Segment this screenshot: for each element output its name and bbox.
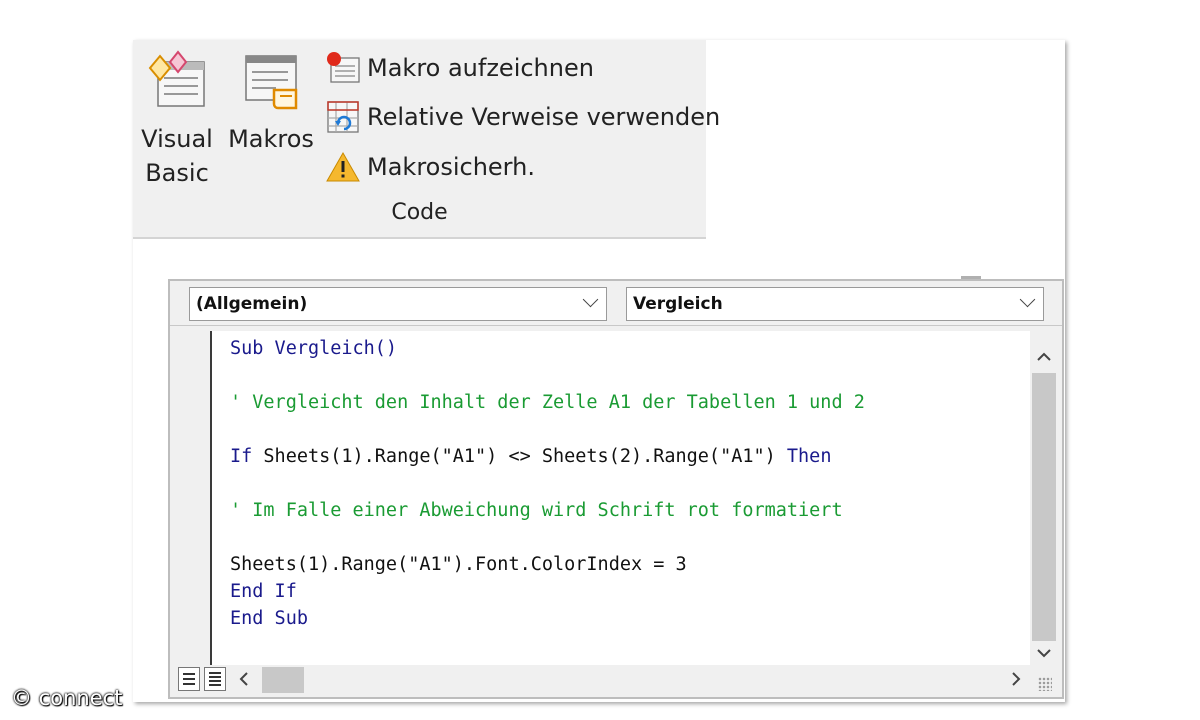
- macros-button[interactable]: Makros: [225, 50, 317, 156]
- scroll-up-icon[interactable]: [1034, 347, 1054, 367]
- macro-security-button[interactable]: Makrosicherh.: [325, 146, 535, 188]
- resize-grip-icon[interactable]: [1038, 677, 1052, 691]
- code-line: If Sheets(1).Range("A1") <> Sheets(2).Ra…: [230, 446, 831, 467]
- code-line: Sub Vergleich(): [230, 338, 398, 359]
- record-macro-label: Makro aufzeichnen: [367, 54, 594, 82]
- code-keyword: If: [230, 446, 253, 467]
- relative-references-button[interactable]: Relative Verweise verwenden: [325, 96, 720, 138]
- scrollbar-thumb[interactable]: [262, 667, 304, 693]
- visual-basic-button[interactable]: Visual Basic: [137, 50, 217, 190]
- vba-code-window: (Allgemein) Vergleich Sub Vergleich() ' …: [168, 279, 1064, 699]
- record-macro-icon: [325, 50, 361, 86]
- scroll-down-icon[interactable]: [1034, 643, 1054, 663]
- code-line: ' Im Falle einer Abweichung wird Schrift…: [230, 500, 843, 521]
- code-line: ' Vergleicht den Inhalt der Zelle A1 der…: [230, 392, 865, 413]
- relative-references-icon: [325, 99, 361, 135]
- procedure-dropdown-value: Vergleich: [633, 294, 723, 314]
- horizontal-scrollbar[interactable]: [176, 665, 1058, 695]
- chevron-down-icon: [582, 291, 599, 308]
- visual-basic-icon: [146, 50, 208, 114]
- ribbon-code-group: Visual Basic Makros Makro aufzeichnen Re…: [133, 40, 720, 239]
- object-dropdown-value: (Allgemein): [196, 294, 308, 314]
- scroll-left-icon[interactable]: [236, 668, 252, 695]
- code-line: Sheets(1).Range("A1").Font.ColorIndex = …: [230, 554, 687, 575]
- code-area[interactable]: Sub Vergleich() ' Vergleicht den Inhalt …: [212, 331, 1030, 665]
- procedure-view-icon[interactable]: [178, 667, 200, 691]
- macro-security-label: Makrosicherh.: [367, 153, 535, 181]
- full-module-view-icon[interactable]: [204, 667, 226, 691]
- record-macro-button[interactable]: Makro aufzeichnen: [325, 47, 594, 89]
- vertical-scrollbar[interactable]: [1030, 343, 1058, 671]
- scrollbar-thumb[interactable]: [1032, 373, 1056, 641]
- code-text: Sheets(1).Range("A1") <> Sheets(2).Range…: [252, 446, 787, 467]
- code-margin: [176, 331, 212, 665]
- object-dropdown[interactable]: (Allgemein): [189, 287, 607, 321]
- code-line: End Sub: [230, 608, 308, 629]
- procedure-dropdown[interactable]: Vergleich: [626, 287, 1044, 321]
- macros-icon: [240, 50, 302, 114]
- ribbon-group-label: Code: [391, 200, 448, 225]
- code-line: End If: [230, 581, 297, 602]
- scroll-right-icon[interactable]: [1008, 668, 1024, 695]
- code-keyword: Then: [786, 446, 832, 467]
- chevron-down-icon: [1019, 291, 1036, 308]
- copyright-watermark: © connect: [11, 686, 123, 710]
- divider: [170, 325, 1062, 326]
- macros-label: Makros: [228, 125, 314, 153]
- visual-basic-label-line2: Basic: [145, 159, 209, 187]
- visual-basic-label-line1: Visual: [141, 125, 213, 153]
- warning-icon: [325, 149, 361, 185]
- relative-references-label: Relative Verweise verwenden: [367, 103, 721, 131]
